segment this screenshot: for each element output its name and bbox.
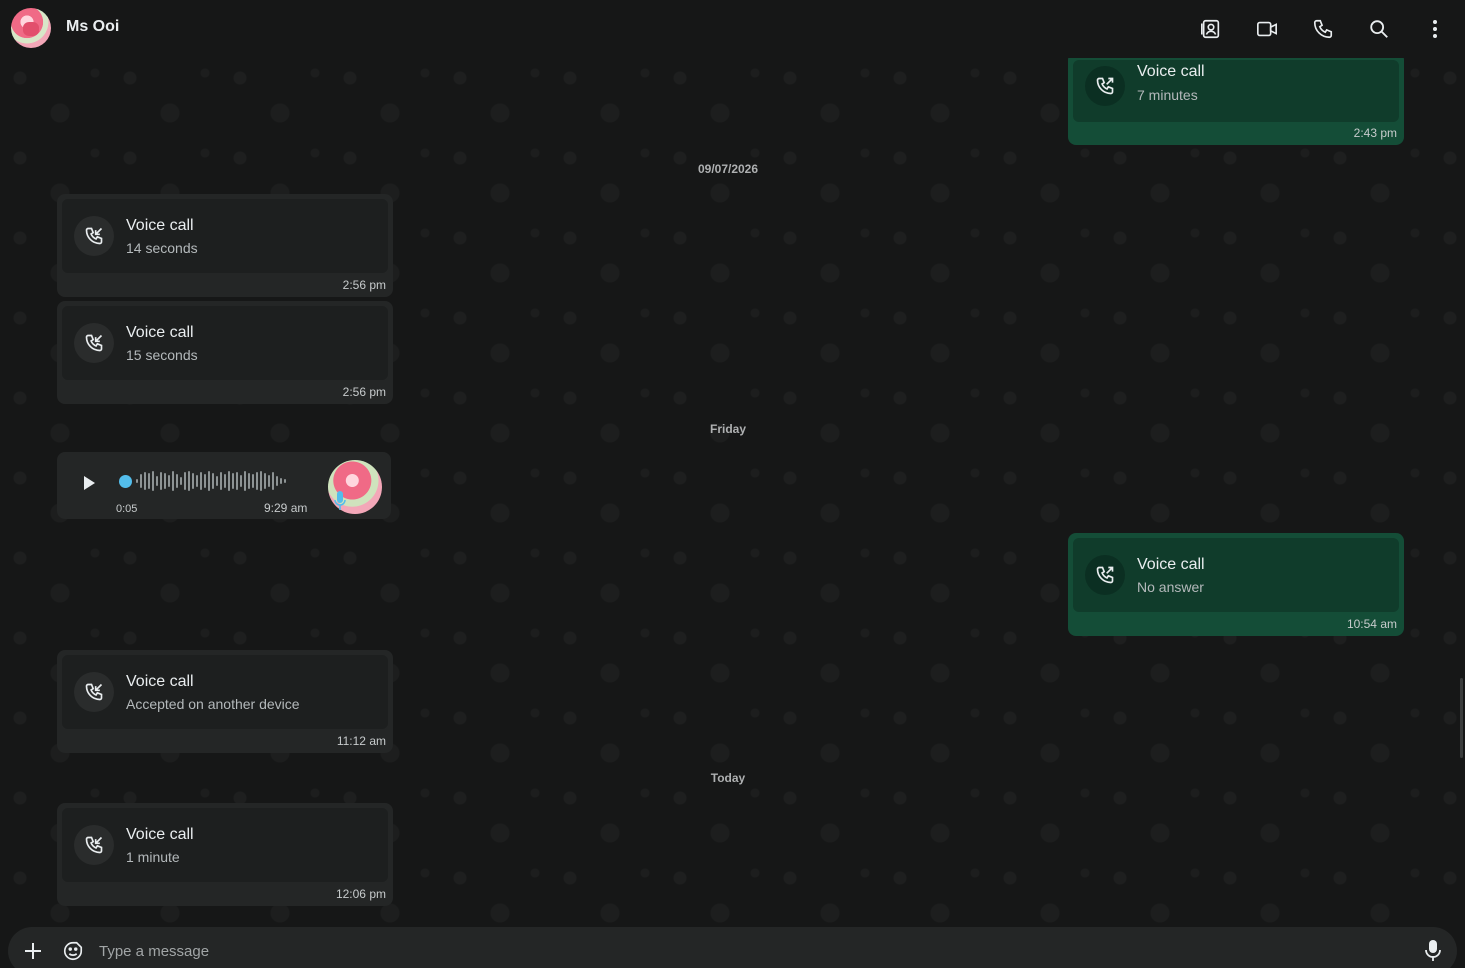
date-separator: Today — [710, 771, 746, 785]
call-duration: 7 minutes — [1137, 87, 1198, 103]
call-message-incoming[interactable]: Voice call 15 seconds 2:56 pm — [57, 301, 393, 404]
waveform-bar — [164, 473, 166, 489]
waveform-bar — [252, 474, 254, 488]
microphone-icon[interactable] — [1421, 939, 1445, 963]
waveform-bar — [244, 471, 246, 491]
message-composer — [8, 927, 1457, 968]
incoming-call-icon — [74, 672, 114, 712]
waveform-bar — [136, 479, 138, 483]
waveform-bar — [204, 474, 206, 488]
call-status: No answer — [1137, 579, 1204, 595]
waveform-bar — [268, 475, 270, 487]
message-time: 12:06 pm — [335, 887, 386, 901]
call-message-incoming[interactable]: Voice call 14 seconds 2:56 pm — [57, 194, 393, 297]
message-time: 2:43 pm — [1353, 126, 1397, 140]
chat-window: Ms Ooi Voice call 7 minutes 2:43 pm 09/0… — [0, 0, 1465, 968]
chat-header: Ms Ooi — [0, 0, 1465, 58]
call-title: Voice call — [126, 324, 194, 341]
contact-name[interactable]: Ms Ooi — [66, 18, 119, 36]
voice-duration: 0:05 — [116, 503, 138, 515]
waveform-bar — [256, 472, 258, 490]
search-icon[interactable] — [1367, 17, 1391, 41]
incoming-call-icon — [74, 825, 114, 865]
message-time: 10:54 am — [1346, 617, 1397, 631]
scrollbar[interactable] — [1460, 678, 1463, 758]
waveform-bar — [168, 475, 170, 487]
waveform-bar — [220, 472, 222, 490]
waveform-bar — [156, 476, 158, 486]
waveform-bar — [236, 472, 238, 490]
waveform-bar — [196, 475, 198, 487]
message-time: 9:29 am — [264, 501, 308, 515]
waveform-bar — [144, 472, 146, 490]
menu-icon[interactable] — [1423, 17, 1447, 41]
call-message-outgoing[interactable]: Voice call 7 minutes 2:43 pm — [1068, 58, 1404, 145]
waveform-bar — [184, 472, 186, 490]
waveform-bar — [176, 474, 178, 488]
incoming-call-icon — [74, 216, 114, 256]
waveform-bar — [212, 473, 214, 489]
date-separator: Friday — [709, 422, 747, 436]
message-time: 2:56 pm — [342, 385, 386, 399]
message-time: 11:12 am — [336, 734, 386, 748]
date-separator: 09/07/2026 — [697, 162, 759, 176]
voice-note-message[interactable]: 0:05 9:29 am — [57, 452, 391, 519]
waveform-bar — [260, 471, 262, 491]
waveform-bar — [160, 472, 162, 490]
waveform-bar — [284, 479, 286, 483]
video-call-icon[interactable] — [1255, 17, 1279, 41]
call-duration: 15 seconds — [126, 347, 198, 363]
call-message-outgoing[interactable]: Voice call No answer 10:54 am — [1068, 533, 1404, 636]
outgoing-call-icon — [1085, 555, 1125, 595]
waveform-bar — [232, 473, 234, 489]
waveform-bar — [228, 471, 230, 491]
waveform-bar — [172, 471, 174, 491]
waveform-bar — [264, 473, 266, 489]
waveform-bar — [208, 471, 210, 491]
waveform-bar — [188, 471, 190, 491]
contacts-icon[interactable] — [1199, 17, 1223, 41]
call-status: Accepted on another device — [126, 696, 300, 712]
call-message-incoming[interactable]: Voice call 1 minute 12:06 pm — [57, 803, 393, 906]
waveform-bar — [180, 477, 182, 485]
playback-slider-thumb[interactable] — [119, 474, 132, 488]
contact-avatar[interactable] — [11, 8, 51, 48]
waveform-bar — [240, 475, 242, 487]
waveform-bar — [276, 476, 278, 486]
voice-waveform[interactable] — [119, 470, 299, 492]
attach-plus-icon[interactable] — [21, 939, 45, 963]
waveform-bar — [216, 476, 218, 486]
waveform-bar — [200, 472, 202, 490]
call-duration: 14 seconds — [126, 240, 198, 256]
waveform-bar — [248, 473, 250, 489]
call-title: Voice call — [126, 217, 194, 234]
waveform-bar — [192, 473, 194, 489]
mic-icon — [333, 490, 347, 512]
waveform-bar — [280, 478, 282, 484]
message-list[interactable]: Voice call 7 minutes 2:43 pm 09/07/2026 … — [0, 58, 1465, 926]
call-title: Voice call — [126, 673, 194, 690]
voice-call-icon[interactable] — [1311, 17, 1335, 41]
waveform-bar — [224, 474, 226, 488]
sticker-icon[interactable] — [61, 939, 85, 963]
waveform-bar — [148, 473, 150, 489]
call-message-incoming[interactable]: Voice call Accepted on another device 11… — [57, 650, 393, 753]
call-title: Voice call — [1137, 63, 1205, 80]
play-icon[interactable] — [79, 471, 99, 495]
message-time: 2:56 pm — [342, 278, 386, 292]
call-title: Voice call — [1137, 556, 1205, 573]
waveform-bar — [272, 472, 274, 490]
incoming-call-icon — [74, 323, 114, 363]
waveform-bar — [140, 474, 142, 488]
call-title: Voice call — [126, 826, 194, 843]
message-input[interactable] — [99, 937, 1399, 965]
call-duration: 1 minute — [126, 849, 180, 865]
waveform-bar — [152, 471, 154, 491]
outgoing-call-icon — [1085, 66, 1125, 106]
